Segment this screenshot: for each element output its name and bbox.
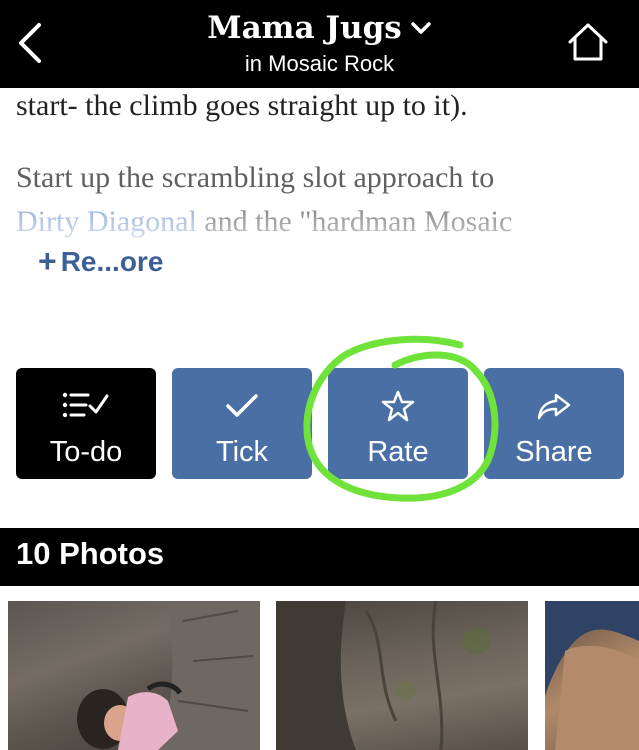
tick-label: Tick xyxy=(215,436,269,468)
description-paragraph: start- the climb goes straight up to it)… xyxy=(16,89,468,122)
read-more-link[interactable]: + Re...ore xyxy=(38,243,163,280)
read-more-label: Re...ore xyxy=(60,245,164,277)
home-button[interactable] xyxy=(563,18,613,66)
route-title-dropdown[interactable]: Mama Jugs xyxy=(207,8,431,48)
todo-label: To-do xyxy=(49,436,123,468)
rock-photo xyxy=(545,601,639,750)
plus-icon: + xyxy=(38,243,57,279)
checklist-icon xyxy=(62,392,109,418)
title-area: Mama Jugs in Mosaic Rock xyxy=(0,8,639,78)
tick-button[interactable]: Tick xyxy=(172,368,312,479)
rate-button[interactable]: Rate xyxy=(328,368,468,479)
check-icon xyxy=(226,394,258,417)
todo-button[interactable]: To-do xyxy=(16,368,156,479)
share-label: Share xyxy=(515,436,593,468)
home-icon xyxy=(568,23,608,61)
description-paragraph: Start up the scrambling slot approach to… xyxy=(16,156,626,244)
rate-label: Rate xyxy=(367,436,429,468)
climber-photo xyxy=(77,601,260,750)
page-title: Mama Jugs xyxy=(207,10,402,46)
chevron-down-icon xyxy=(410,22,431,34)
description-line: Dirty Diagonal and the "hardman Mosaic xyxy=(16,200,626,244)
share-arrow-icon xyxy=(537,393,571,420)
photo-thumbnail[interactable] xyxy=(8,601,260,750)
share-button[interactable]: Share xyxy=(484,368,624,479)
route-link-dirty-diagonal[interactable]: Dirty Diagonal xyxy=(16,205,197,238)
area-subtitle[interactable]: in Mosaic Rock xyxy=(0,50,639,78)
photos-heading: 10 Photos xyxy=(16,536,165,571)
rock-photo xyxy=(276,601,490,750)
photo-thumbnail[interactable] xyxy=(545,601,639,750)
description-line: Start up the scrambling slot approach to xyxy=(16,161,495,194)
photo-thumbnail[interactable] xyxy=(276,601,528,750)
photos-section-header: 10 Photos xyxy=(0,528,639,586)
star-icon xyxy=(381,390,415,422)
route-description: start- the climb goes straight up to it)… xyxy=(16,84,626,244)
top-nav-bar: Mama Jugs in Mosaic Rock xyxy=(0,0,639,88)
description-line-rest: and the "hardman Mosaic xyxy=(196,205,513,238)
